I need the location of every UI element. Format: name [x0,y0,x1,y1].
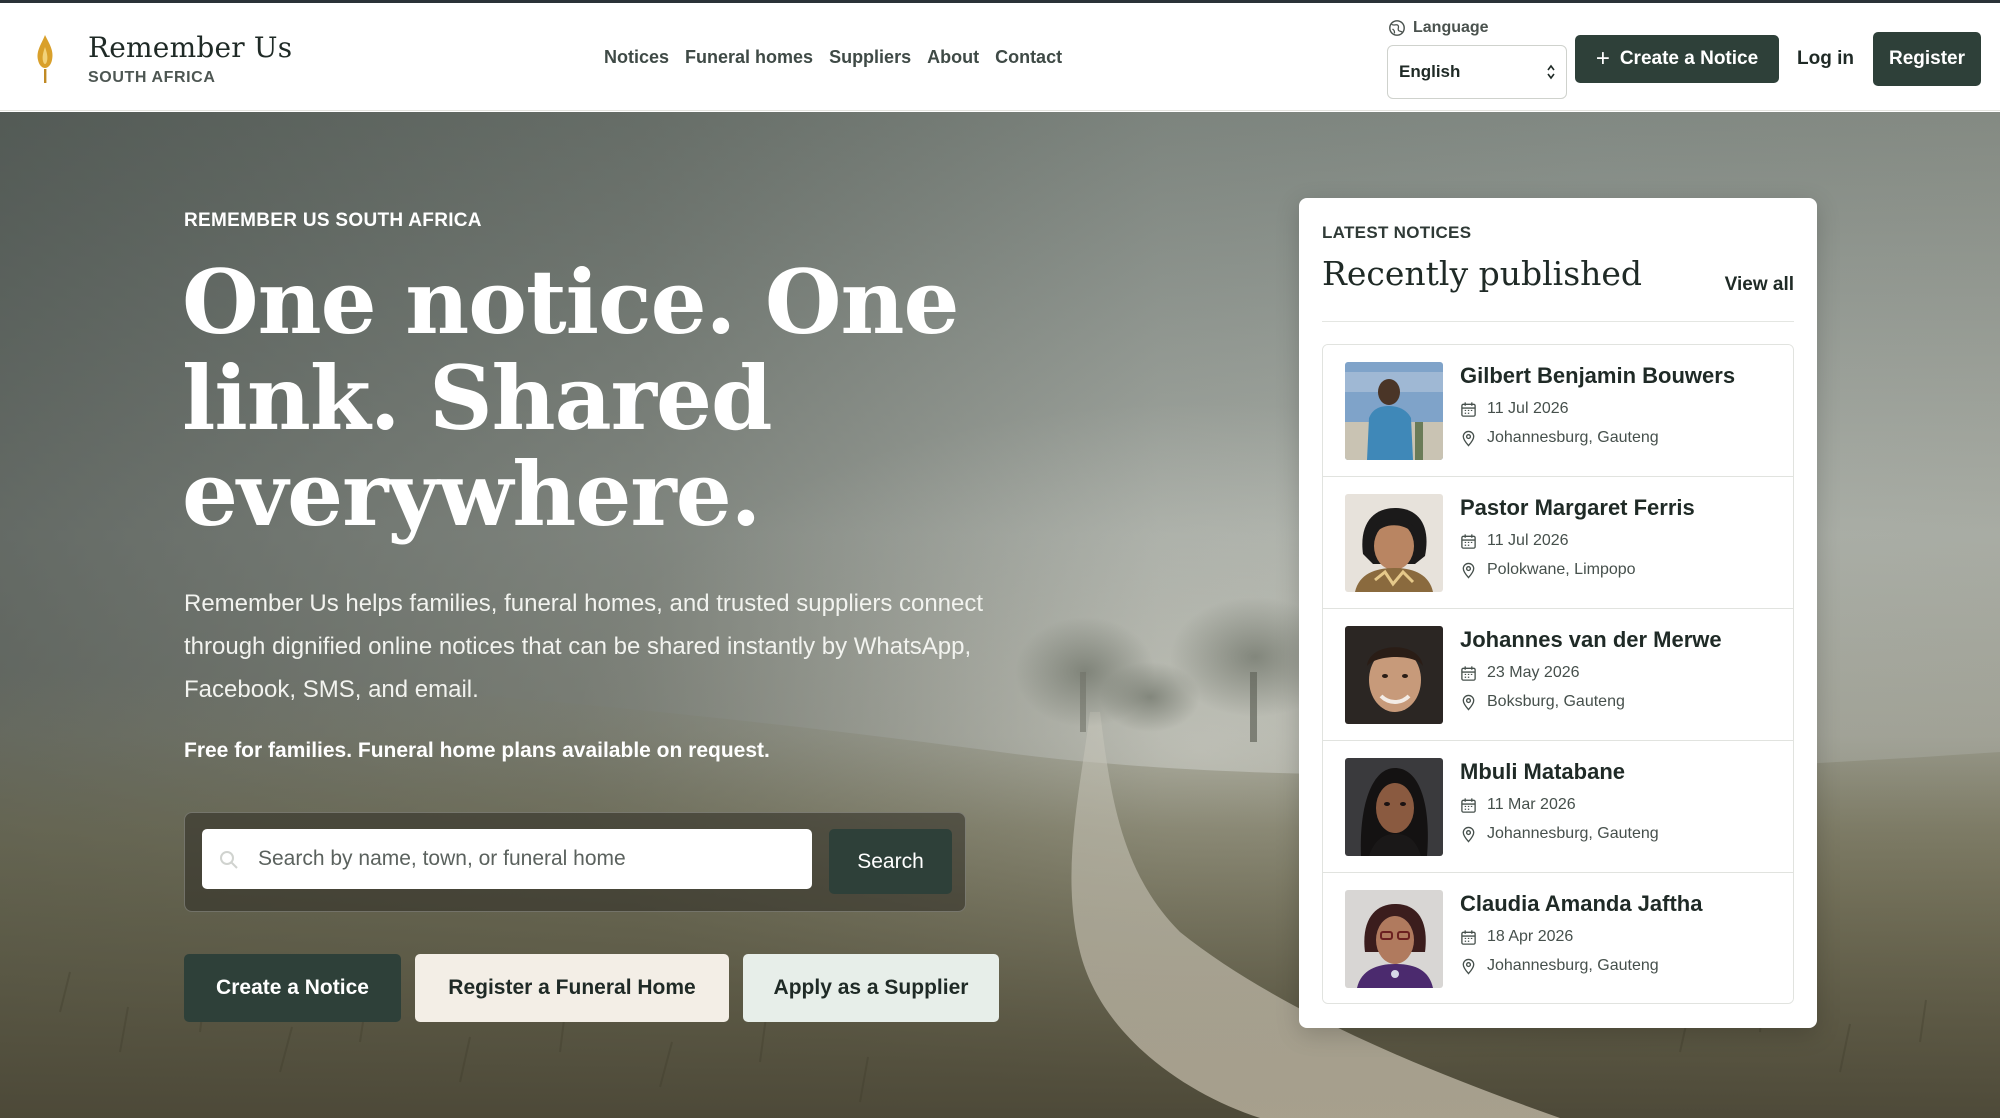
notice-item[interactable]: Gilbert Benjamin Bouwers 11 Jul 2026 Joh… [1323,345,1793,477]
latest-notices-card: LATEST NOTICES Recently published View a… [1299,198,1817,1028]
plus-icon: + [1595,45,1610,72]
candle-flame-icon [37,35,53,83]
notice-location-text: Johannesburg, Gauteng [1487,825,1659,842]
notice-location: Johannesburg, Gauteng [1460,825,1659,843]
nav-contact[interactable]: Contact [995,47,1062,68]
location-pin-icon [1462,958,1475,975]
notice-photo [1345,626,1443,724]
notice-date-text: 18 Apr 2026 [1487,928,1574,945]
notice-location: Johannesburg, Gauteng [1460,429,1659,447]
view-all-link[interactable]: View all [1725,274,1794,296]
apply-supplier-button[interactable]: Apply as a Supplier [743,954,999,1022]
notice-name: Pastor Margaret Ferris [1460,495,1695,520]
notice-item[interactable]: Johannes van der Merwe 23 May 2026 Boksb… [1323,609,1793,741]
notice-date: 23 May 2026 [1460,664,1580,682]
location-pin-icon [1462,430,1475,447]
hero-free-note: Free for families. Funeral home plans av… [184,739,770,762]
register-funeral-home-button[interactable]: Register a Funeral Home [415,954,729,1022]
notice-location: Johannesburg, Gauteng [1460,957,1659,975]
notice-location-text: Polokwane, Limpopo [1487,561,1636,578]
notice-date: 11 Jul 2026 [1460,532,1569,550]
main-nav: Notices Funeral homes Suppliers About Co… [604,47,1078,68]
globe-icon [1389,20,1405,36]
create-notice-header-label: Create a Notice [1619,48,1759,69]
language-label-text: Language [1413,19,1489,36]
notice-date-text: 11 Mar 2026 [1487,796,1576,813]
notice-photo [1345,362,1443,460]
hero-search-bar: Search [184,812,966,912]
search-button[interactable]: Search [829,829,952,894]
notice-date: 11 Mar 2026 [1460,796,1576,814]
login-link[interactable]: Log in [1797,48,1854,70]
search-input[interactable] [202,829,812,889]
hero-headline: One notice. One link. Shared everywhere. [182,250,959,546]
notice-name: Mbuli Matabane [1460,759,1626,784]
notice-date-text: 23 May 2026 [1487,664,1580,681]
search-icon [220,851,238,869]
calendar-icon [1461,929,1476,945]
register-button[interactable]: Register [1873,32,1981,86]
create-notice-button[interactable]: Create a Notice [184,954,401,1022]
notice-item[interactable]: Pastor Margaret Ferris 11 Jul 2026 Polok… [1323,477,1793,609]
nav-notices[interactable]: Notices [604,47,669,68]
hero-section: REMEMBER US SOUTH AFRICA One notice. One… [0,112,2000,1118]
calendar-icon [1461,797,1476,813]
divider [1322,321,1794,322]
hero-lead-text: Remember Us helps families, funeral home… [184,590,984,703]
brand-subtitle: SOUTH AFRICA [88,69,216,86]
notice-location-text: Johannesburg, Gauteng [1487,957,1659,974]
nav-suppliers[interactable]: Suppliers [829,47,911,68]
calendar-icon [1461,401,1476,417]
notice-photo [1345,758,1443,856]
notice-name: Gilbert Benjamin Bouwers [1460,363,1736,388]
brand-logo[interactable]: Remember Us SOUTH AFRICA [30,31,292,87]
notice-location: Boksburg, Gauteng [1460,693,1625,711]
notice-date: 11 Jul 2026 [1460,400,1569,418]
site-header: Remember Us SOUTH AFRICA Notices Funeral… [0,3,2000,111]
calendar-icon [1461,533,1476,549]
notice-date-text: 11 Jul 2026 [1487,532,1569,549]
location-pin-icon [1462,562,1475,579]
brand-name: Remember Us [88,31,293,64]
notice-item[interactable]: Claudia Amanda Jaftha 18 Apr 2026 Johann… [1323,873,1793,1003]
latest-notices-eyebrow: LATEST NOTICES [1322,223,1472,242]
create-notice-header-button[interactable]: + Create a Notice [1575,35,1779,83]
select-updown-icon [1547,64,1555,80]
latest-notices-title: Recently published [1322,254,1643,293]
notice-name: Claudia Amanda Jaftha [1460,891,1703,916]
notice-date: 18 Apr 2026 [1460,928,1573,946]
language-selected-value: English [1399,62,1461,81]
notice-photo [1345,890,1443,988]
notice-list: Gilbert Benjamin Bouwers 11 Jul 2026 Joh… [1322,344,1794,1004]
notice-location-text: Johannesburg, Gauteng [1487,429,1659,446]
notice-location: Polokwane, Limpopo [1460,561,1636,579]
notice-item[interactable]: Mbuli Matabane 11 Mar 2026 Johannesburg,… [1323,741,1793,873]
notice-location-text: Boksburg, Gauteng [1487,693,1625,710]
language-label: Language [1388,19,1489,37]
notice-photo [1345,494,1443,592]
hero-eyebrow: REMEMBER US SOUTH AFRICA [184,210,482,231]
nav-about[interactable]: About [927,47,979,68]
language-select[interactable]: English [1387,45,1567,99]
notice-date-text: 11 Jul 2026 [1487,400,1569,417]
calendar-icon [1461,665,1476,681]
location-pin-icon [1462,826,1475,843]
notice-name: Johannes van der Merwe [1460,627,1722,652]
nav-funeral-homes[interactable]: Funeral homes [685,47,813,68]
location-pin-icon [1462,694,1475,711]
